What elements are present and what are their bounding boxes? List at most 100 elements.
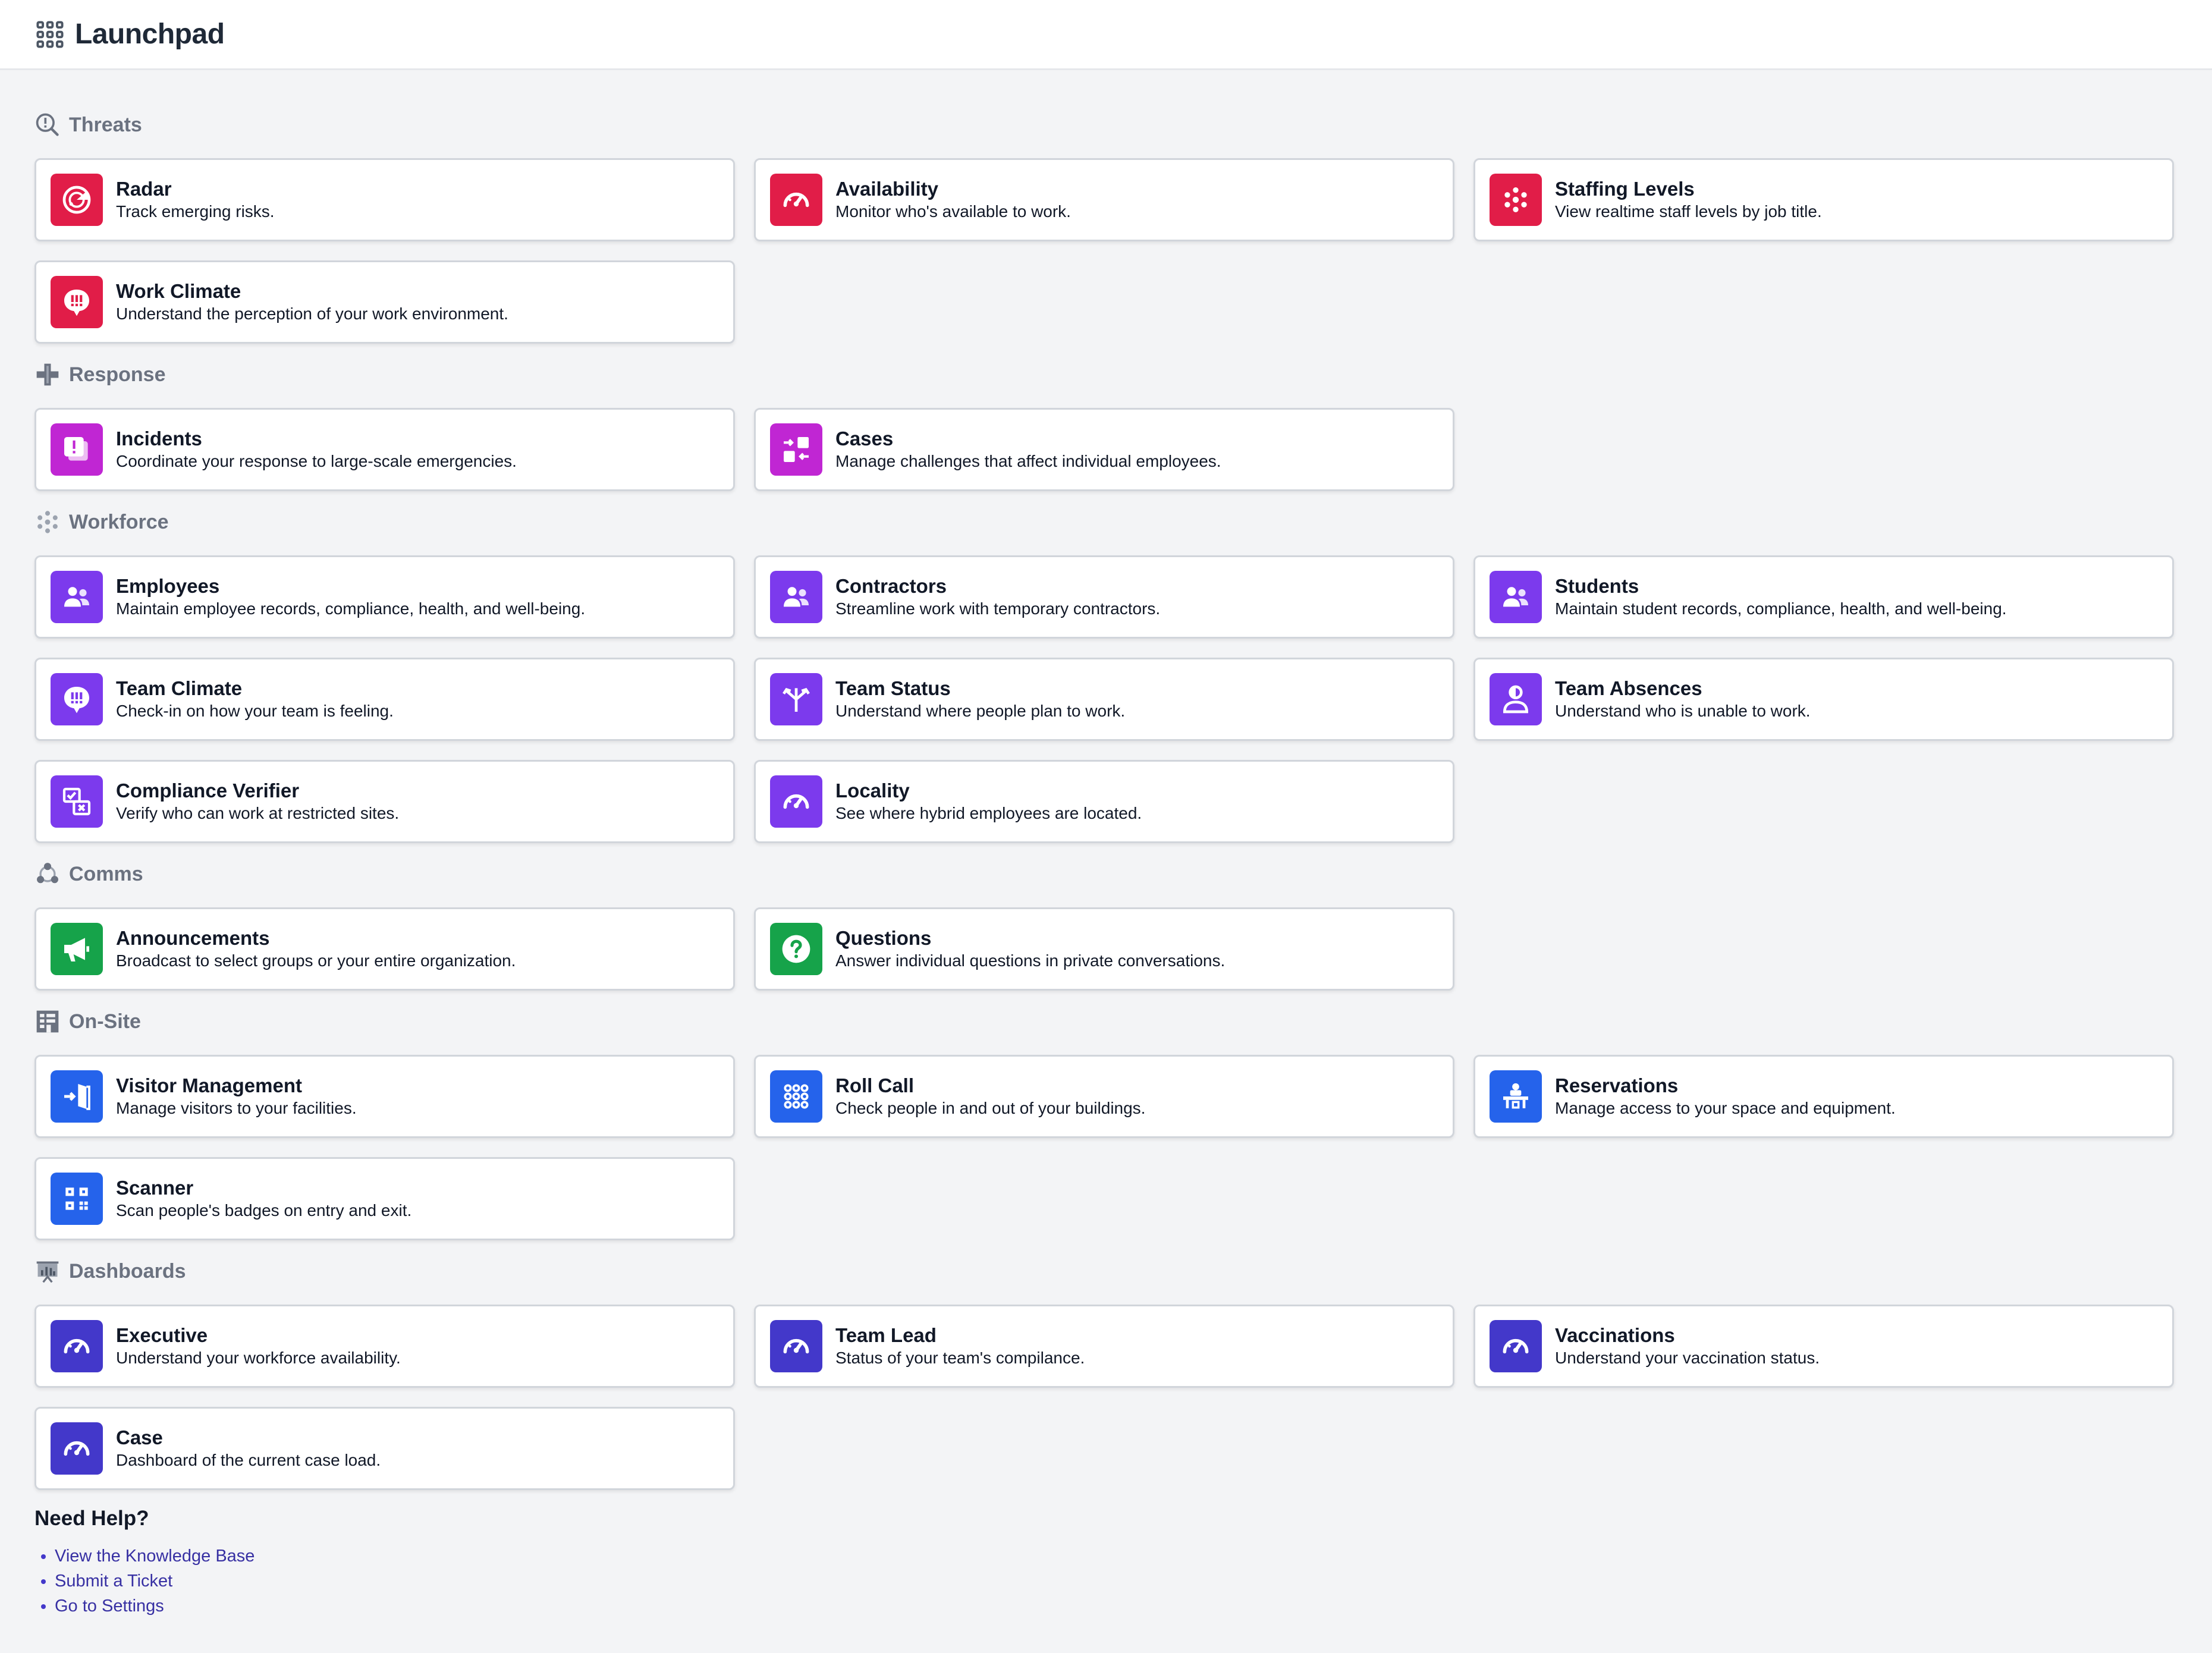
users-icon <box>51 571 103 623</box>
card-title: Incidents <box>116 428 202 450</box>
dot-grid-icon <box>770 1070 822 1123</box>
gauge-icon <box>51 1320 103 1372</box>
app-card-reservations[interactable]: Reservations Manage access to your space… <box>1473 1055 2174 1138</box>
settings-link[interactable]: Go to Settings <box>55 1597 164 1616</box>
card-title: Roll Call <box>835 1074 915 1096</box>
desk-icon <box>1490 1070 1542 1123</box>
workforce-apps: Employees Maintain employee records, com… <box>34 555 2178 843</box>
door-enter-icon <box>51 1070 103 1123</box>
app-card-case[interactable]: Case Dashboard of the current case load. <box>34 1407 735 1490</box>
app-card-team-climate[interactable]: Team Climate Check-in on how your team i… <box>34 658 735 741</box>
card-description: Verify who can work at restricted sites. <box>116 804 400 822</box>
gauge-icon <box>770 1320 822 1372</box>
user-half-icon <box>1490 673 1542 725</box>
section-response-header: Response <box>34 357 2178 392</box>
app-card-cases[interactable]: Cases Manage challenges that affect indi… <box>754 408 1454 491</box>
card-description: Maintain student records, compliance, he… <box>1555 599 2007 618</box>
section-title: Response <box>69 363 166 386</box>
radar-icon <box>51 174 103 226</box>
question-circle-icon <box>770 923 822 975</box>
app-card-work-climate[interactable]: Work Climate Understand the perception o… <box>34 260 735 344</box>
card-description: Understand your workforce availability. <box>116 1349 401 1367</box>
card-description: Track emerging risks. <box>116 202 275 221</box>
card-description: Streamline work with temporary contracto… <box>835 599 1161 618</box>
submit-ticket-link[interactable]: Submit a Ticket <box>55 1572 172 1591</box>
section-threats-header: Threats <box>34 107 2178 143</box>
dashboards-apps: Executive Understand your workforce avai… <box>34 1305 2178 1490</box>
app-card-contractors[interactable]: Contractors Streamline work with tempora… <box>754 555 1454 639</box>
card-description: Coordinate your response to large-scale … <box>116 452 517 470</box>
app-card-scanner[interactable]: Scanner Scan people's badges on entry an… <box>34 1157 735 1240</box>
knowledge-base-link[interactable]: View the Knowledge Base <box>55 1547 254 1566</box>
card-title: Visitor Management <box>116 1074 302 1096</box>
card-description: Answer individual questions in private c… <box>835 951 1226 970</box>
card-description: Manage visitors to your facilities. <box>116 1099 357 1117</box>
card-title: Questions <box>835 927 932 949</box>
comms-apps: Announcements Broadcast to select groups… <box>34 907 2178 991</box>
section-workforce-header: Workforce <box>34 504 2178 540</box>
card-title: Team Climate <box>116 677 243 699</box>
alert-cards-icon <box>51 423 103 476</box>
card-title: Executive <box>116 1324 208 1346</box>
card-description: Understand your vaccination status. <box>1555 1349 1820 1367</box>
app-card-students[interactable]: Students Maintain student records, compl… <box>1473 555 2174 639</box>
users-icon <box>1490 571 1542 623</box>
app-card-team-lead[interactable]: Team Lead Status of your team's compilan… <box>754 1305 1454 1388</box>
card-description: Monitor who's available to work. <box>835 202 1071 221</box>
section-title: Dashboards <box>69 1259 186 1283</box>
list-item: Submit a Ticket <box>55 1569 2178 1594</box>
card-description: Understand the perception of your work e… <box>116 304 508 323</box>
card-description: Scan people's badges on entry and exit. <box>116 1201 412 1220</box>
dots-cluster-icon <box>37 511 58 533</box>
card-description: View realtime staff levels by job title. <box>1555 202 1822 221</box>
verify-boxes-icon <box>51 775 103 828</box>
card-description: Understand where people plan to work. <box>835 702 1126 720</box>
app-card-questions[interactable]: Questions Answer individual questions in… <box>754 907 1454 991</box>
triad-circles-icon <box>37 863 58 884</box>
gauge-icon <box>1490 1320 1542 1372</box>
app-card-team-absences[interactable]: Team Absences Understand who is unable t… <box>1473 658 2174 741</box>
card-description: Maintain employee records, compliance, h… <box>116 599 586 618</box>
app-card-team-status[interactable]: Team Status Understand where people plan… <box>754 658 1454 741</box>
app-header: Launchpad <box>0 0 2212 70</box>
card-title: Team Status <box>835 677 951 699</box>
card-title: Compliance Verifier <box>116 780 300 802</box>
section-dashboards-header: Dashboards <box>34 1253 2178 1289</box>
grid-icon[interactable] <box>34 19 65 50</box>
app-card-executive[interactable]: Executive Understand your workforce avai… <box>34 1305 735 1388</box>
list-item: View the Knowledge Base <box>55 1544 2178 1569</box>
app-card-announcements[interactable]: Announcements Broadcast to select groups… <box>34 907 735 991</box>
gauge-icon <box>51 1422 103 1475</box>
app-card-compliance-verifier[interactable]: Compliance Verifier Verify who can work … <box>34 760 735 843</box>
help-links: View the Knowledge Base Submit a Ticket … <box>34 1544 2178 1619</box>
app-card-incidents[interactable]: Incidents Coordinate your response to la… <box>34 408 735 491</box>
presentation-icon <box>36 1261 59 1283</box>
qr-code-icon <box>51 1173 103 1225</box>
app-card-roll-call[interactable]: Roll Call Check people in and out of you… <box>754 1055 1454 1138</box>
app-card-availability[interactable]: Availability Monitor who's available to … <box>754 158 1454 241</box>
response-apps: Incidents Coordinate your response to la… <box>34 408 2178 491</box>
list-item: Go to Settings <box>55 1594 2178 1619</box>
app-card-employees[interactable]: Employees Maintain employee records, com… <box>34 555 735 639</box>
card-description: Understand who is unable to work. <box>1555 702 1811 720</box>
split-arrows-icon <box>770 673 822 725</box>
card-title: Radar <box>116 178 172 200</box>
card-title: Announcements <box>116 927 270 949</box>
app-card-staffing-levels[interactable]: Staffing Levels View realtime staff leve… <box>1473 158 2174 241</box>
chat-alert-icon <box>51 673 103 725</box>
app-card-radar[interactable]: Radar Track emerging risks. <box>34 158 735 241</box>
app-card-locality[interactable]: Locality See where hybrid employees are … <box>754 760 1454 843</box>
card-description: Status of your team's compilance. <box>835 1349 1085 1367</box>
card-title: Reservations <box>1555 1074 1679 1096</box>
gauge-icon <box>770 174 822 226</box>
section-comms-header: Comms <box>34 856 2178 892</box>
app-card-vaccinations[interactable]: Vaccinations Understand your vaccination… <box>1473 1305 2174 1388</box>
card-description: Check-in on how your team is feeling. <box>116 702 394 720</box>
card-description: See where hybrid employees are located. <box>835 804 1142 822</box>
app-card-visitor-management[interactable]: Visitor Management Manage visitors to yo… <box>34 1055 735 1138</box>
gauge-icon <box>770 775 822 828</box>
card-title: Availability <box>835 178 939 200</box>
card-title: Cases <box>835 428 894 450</box>
building-icon <box>36 1010 59 1033</box>
card-title: Scanner <box>116 1177 194 1199</box>
